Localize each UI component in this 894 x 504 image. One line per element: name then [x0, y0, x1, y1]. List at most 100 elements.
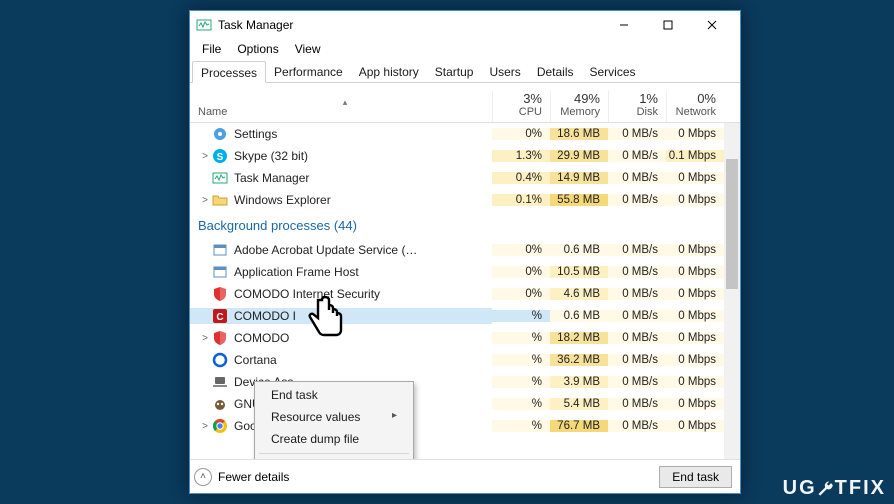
watermark: UG TFIX	[783, 477, 886, 500]
cpu-cell: %	[492, 332, 550, 344]
tab-users[interactable]: Users	[481, 61, 528, 82]
expand-toggle-icon[interactable]: >	[198, 195, 212, 206]
cpu-column-header[interactable]: 3%CPU	[492, 91, 550, 122]
process-name: Application Frame Host	[234, 265, 359, 279]
maximize-button[interactable]	[646, 12, 690, 38]
cpu-cell: 0%	[492, 244, 550, 256]
memory-cell: 0.6 MB	[550, 310, 608, 322]
process-row[interactable]: CCOMODO I%0.6 MB0 MB/s0 Mbps	[190, 305, 740, 327]
column-header: ▴ Name 3%CPU 49%Memory 1%Disk 0%Network	[190, 83, 740, 123]
disk-column-header[interactable]: 1%Disk	[608, 91, 666, 122]
net-cell: 0 Mbps	[666, 398, 724, 410]
process-row[interactable]: COMODO Internet Security0%4.6 MB0 MB/s0 …	[190, 283, 740, 305]
end-task-button[interactable]: End task	[659, 466, 732, 488]
ctx-end-task[interactable]: End task	[257, 384, 411, 406]
laptop-icon	[212, 374, 228, 390]
gimp-icon	[212, 396, 228, 412]
process-name: COMODO	[234, 331, 289, 345]
cpu-cell: %	[492, 354, 550, 366]
process-name: Skype (32 bit)	[234, 149, 308, 163]
minimize-button[interactable]	[602, 12, 646, 38]
process-row[interactable]: Cortana%36.2 MB0 MB/s0 Mbps	[190, 349, 740, 371]
chrome-icon	[212, 418, 228, 434]
disk-cell: 0 MB/s	[608, 354, 666, 366]
disk-cell: 0 MB/s	[608, 244, 666, 256]
comodo-icon: C	[212, 308, 228, 324]
svg-text:C: C	[216, 312, 223, 323]
process-name: Task Manager	[234, 171, 309, 185]
network-column-header[interactable]: 0%Network	[666, 91, 724, 122]
scrollbar-thumb[interactable]	[726, 159, 738, 289]
memory-column-header[interactable]: 49%Memory	[550, 91, 608, 122]
menu-options[interactable]: Options	[229, 40, 286, 58]
footer: ˄ Fewer details End task	[190, 459, 740, 493]
memory-cell: 29.9 MB	[550, 150, 608, 162]
cortana-icon	[212, 352, 228, 368]
disk-cell: 0 MB/s	[608, 194, 666, 206]
process-row[interactable]: Application Frame Host 0%10.5 MB0 MB/s0 M…	[190, 261, 740, 283]
disk-cell: 0 MB/s	[608, 310, 666, 322]
window-icon	[212, 264, 228, 280]
menu-view[interactable]: View	[287, 40, 329, 58]
ctx-resource-values[interactable]: Resource values▸	[257, 406, 411, 428]
process-name: Adobe Acrobat Update Service (…	[234, 243, 417, 257]
disk-cell: 0 MB/s	[608, 398, 666, 410]
tab-services[interactable]: Services	[582, 61, 644, 82]
ctx-separator	[259, 453, 409, 454]
memory-cell: 4.6 MB	[550, 288, 608, 300]
disk-cell: 0 MB/s	[608, 172, 666, 184]
process-row[interactable]: Settings0%18.6 MB0 MB/s0 Mbps	[190, 123, 740, 145]
ctx-go-to-details[interactable]: Go to details	[257, 457, 411, 459]
gear-icon	[212, 126, 228, 142]
net-cell: 0 Mbps	[666, 244, 724, 256]
net-cell: 0 Mbps	[666, 194, 724, 206]
name-column-header[interactable]: ▴ Name	[190, 98, 492, 122]
net-cell: 0 Mbps	[666, 266, 724, 278]
process-row[interactable]: >Windows Explorer0.1%55.8 MB0 MB/s0 Mbps	[190, 189, 740, 211]
expand-toggle-icon[interactable]: >	[198, 333, 212, 344]
tab-startup[interactable]: Startup	[427, 61, 482, 82]
tab-processes[interactable]: Processes	[192, 61, 266, 83]
background-processes-header: Background processes (44)	[190, 211, 740, 239]
process-name: COMODO I	[234, 309, 296, 323]
svg-text:S: S	[217, 152, 224, 163]
net-cell: 0 Mbps	[666, 376, 724, 388]
disk-cell: 0 MB/s	[608, 288, 666, 300]
process-row[interactable]: >COMODO%18.2 MB0 MB/s0 Mbps	[190, 327, 740, 349]
tab-app-history[interactable]: App history	[351, 61, 427, 82]
task-manager-window: Task Manager File Options View Processes…	[189, 10, 741, 494]
cpu-cell: 0%	[492, 266, 550, 278]
disk-cell: 0 MB/s	[608, 266, 666, 278]
window-title: Task Manager	[218, 18, 602, 32]
process-list: Settings0%18.6 MB0 MB/s0 Mbps > S Skype (32…	[190, 123, 740, 459]
cpu-cell: 0.4%	[492, 172, 550, 184]
disk-cell: 0 MB/s	[608, 150, 666, 162]
menu-file[interactable]: File	[194, 40, 229, 58]
process-row[interactable]: Task Manager0.4%14.9 MB0 MB/s0 Mbps	[190, 167, 740, 189]
expand-toggle-icon[interactable]: >	[198, 151, 212, 162]
memory-cell: 76.7 MB	[550, 420, 608, 432]
close-button[interactable]	[690, 12, 734, 38]
net-cell: 0 Mbps	[666, 128, 724, 140]
memory-cell: 5.4 MB	[550, 398, 608, 410]
taskmgr-app-icon	[196, 17, 212, 33]
memory-cell: 14.9 MB	[550, 172, 608, 184]
expand-toggle-icon[interactable]: >	[198, 421, 212, 432]
fewer-details-button[interactable]: ˄ Fewer details	[194, 468, 289, 486]
memory-cell: 55.8 MB	[550, 194, 608, 206]
cpu-cell: 0%	[492, 128, 550, 140]
sort-asc-icon: ▴	[198, 98, 492, 106]
vertical-scrollbar[interactable]	[724, 123, 740, 459]
context-menu: End task Resource values▸ Create dump fi…	[254, 381, 414, 459]
tab-details[interactable]: Details	[529, 61, 582, 82]
memory-cell: 3.9 MB	[550, 376, 608, 388]
ctx-create-dump[interactable]: Create dump file	[257, 428, 411, 450]
memory-cell: 10.5 MB	[550, 266, 608, 278]
disk-cell: 0 MB/s	[608, 128, 666, 140]
memory-cell: 18.6 MB	[550, 128, 608, 140]
net-cell: 0 Mbps	[666, 354, 724, 366]
process-row[interactable]: Adobe Acrobat Update Service (…0%0.6 MB0…	[190, 239, 740, 261]
disk-cell: 0 MB/s	[608, 420, 666, 432]
tab-performance[interactable]: Performance	[266, 61, 351, 82]
process-row[interactable]: >SSkype (32 bit)1.3%29.9 MB0 MB/s0.1 Mbp…	[190, 145, 740, 167]
